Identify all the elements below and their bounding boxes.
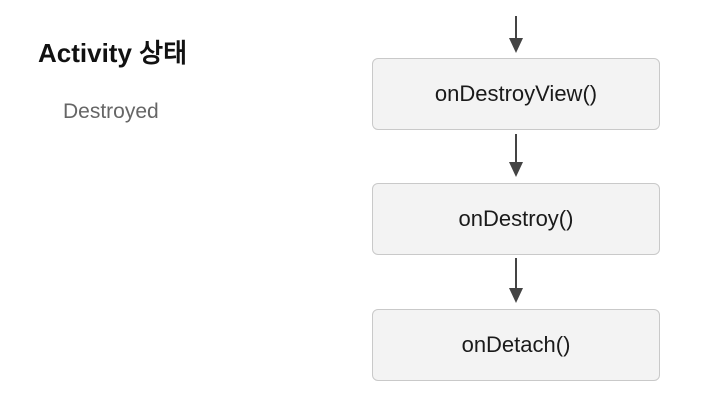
- node-ondestroy: onDestroy(): [372, 183, 660, 255]
- node-ondestroy-label: onDestroy(): [458, 206, 574, 231]
- arrowhead-ondestroy-to-ondetach: [509, 288, 523, 303]
- node-ondetach: onDetach(): [372, 309, 660, 381]
- arrowhead-into-ondestroyview: [509, 38, 523, 53]
- arrowhead-ondestroyview-to-ondestroy: [509, 162, 523, 177]
- node-ondestroyview: onDestroyView(): [372, 58, 660, 130]
- node-ondetach-label: onDetach(): [461, 332, 571, 357]
- node-ondestroyview-label: onDestroyView(): [434, 81, 598, 106]
